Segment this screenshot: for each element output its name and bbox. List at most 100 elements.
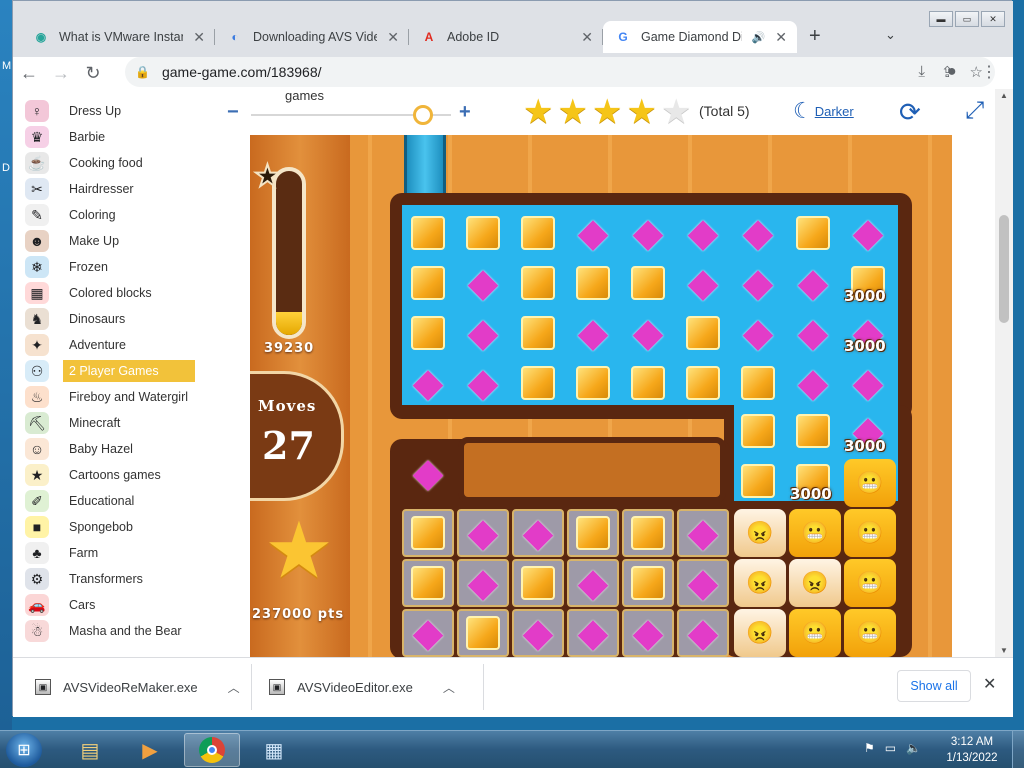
- rating-star-icon[interactable]: ★: [626, 95, 656, 129]
- sidebar-item[interactable]: ☺ Baby Hazel: [25, 437, 197, 461]
- sidebar-item[interactable]: ☻ Make Up: [25, 229, 197, 253]
- download-item[interactable]: ▣ AVSVideoReMaker.exe ︿: [13, 658, 240, 716]
- pink-diamond: ◆: [632, 611, 664, 655]
- action-center-flag-icon[interactable]: ⚑: [864, 741, 875, 755]
- menu-kebab-icon[interactable]: ⋮: [981, 62, 997, 82]
- forward-button[interactable]: →: [45, 63, 77, 84]
- pink-diamond: ◆: [467, 361, 499, 405]
- scroll-down-arrow-icon[interactable]: ▼: [1000, 646, 1008, 655]
- sidebar-item[interactable]: ♛ Barbie: [25, 125, 197, 149]
- tab-game-diamond-dig[interactable]: G Game Diamond Dig 🔊 ✕: [603, 21, 797, 53]
- rating-star-icon[interactable]: ★: [592, 95, 622, 129]
- sidebar-item[interactable]: ✂ Hairdresser: [25, 177, 197, 201]
- scroll-up-arrow-icon[interactable]: ▲: [1000, 91, 1008, 100]
- sidebar-item[interactable]: ♞ Dinosaurs: [25, 307, 197, 331]
- combo-score-popup: 3000: [844, 437, 886, 455]
- chevron-up-icon[interactable]: ︿: [228, 679, 240, 696]
- sidebar-item[interactable]: ☃ Masha and the Bear: [25, 619, 197, 643]
- combo-score-popup: 3000: [844, 287, 886, 305]
- zoom-in-button[interactable]: +: [459, 101, 471, 124]
- page-scrollbar[interactable]: ▲ ▼: [995, 89, 1013, 657]
- reload-button[interactable]: ↻: [77, 63, 109, 84]
- points-total: 237000 pts: [252, 607, 345, 622]
- rating-star-icon[interactable]: ★: [661, 95, 691, 129]
- new-tab-button[interactable]: +: [809, 25, 821, 48]
- tab-adobe[interactable]: A Adobe ID ✕: [409, 21, 603, 53]
- sidebar-item[interactable]: ★ Cartoons games: [25, 463, 197, 487]
- restart-game-icon[interactable]: ⟳: [899, 97, 921, 128]
- close-icon[interactable]: ✕: [775, 29, 787, 46]
- show-all-button[interactable]: Show all: [897, 670, 971, 702]
- profile-avatar-icon[interactable]: ●: [947, 63, 957, 81]
- system-clock[interactable]: 3:12 AM 1/13/2022: [936, 734, 1008, 766]
- game-canvas[interactable]: ★ 39230 Moves 27 ★ 237000 pts ◆ ◆ ◆ ◆ ◆ ◆ ◆ ◆ ◆ ◆…: [250, 135, 952, 657]
- divider: [483, 664, 484, 710]
- volume-icon[interactable]: 🔈: [906, 741, 921, 755]
- rating-star-icon[interactable]: ★: [557, 95, 587, 129]
- close-window-button[interactable]: ✕: [981, 11, 1005, 27]
- sidebar-item[interactable]: ✐ Educational: [25, 489, 197, 513]
- close-icon[interactable]: ✕: [387, 29, 399, 46]
- chrome-icon[interactable]: [184, 733, 240, 767]
- pink-diamond: ◆: [467, 561, 499, 605]
- sidebar-item[interactable]: ❄ Frozen: [25, 255, 197, 279]
- sidebar-item[interactable]: ✎ Coloring: [25, 203, 197, 227]
- pink-gem-icon: ◆: [461, 311, 505, 355]
- network-icon[interactable]: ▭: [885, 741, 896, 755]
- system-tray: ⚑ ▭ 🔈: [864, 741, 921, 755]
- monster-block-icon: 😬: [844, 459, 896, 507]
- pink-gem-icon: ◆: [681, 561, 725, 605]
- close-icon[interactable]: ✕: [193, 29, 205, 46]
- start-button[interactable]: ⊞: [6, 733, 42, 767]
- sidebar-item[interactable]: ♀ Dress Up: [25, 99, 197, 123]
- sidebar-item[interactable]: ✦ Adventure: [25, 333, 197, 357]
- google-icon: G: [618, 30, 628, 44]
- maximize-button[interactable]: ▭: [955, 11, 979, 27]
- tab-avs[interactable]: ◐ Downloading AVS Video ✕: [215, 21, 409, 53]
- back-button[interactable]: ←: [13, 63, 45, 84]
- sidebar-item[interactable]: ♨ Fireboy and Watergirl: [25, 385, 197, 409]
- sidebar-item[interactable]: 🚗 Cars: [25, 593, 197, 617]
- close-icon[interactable]: ✕: [983, 674, 996, 694]
- monster-block-icon: 😠: [734, 609, 786, 657]
- zoom-out-button[interactable]: −: [227, 101, 239, 124]
- zoom-slider-handle[interactable]: [413, 105, 433, 125]
- chevron-up-icon[interactable]: ︿: [443, 679, 455, 696]
- star-target-icon: ★: [253, 159, 282, 194]
- sidebar-item[interactable]: ▦ Colored blocks: [25, 281, 197, 305]
- install-app-icon[interactable]: ⤓: [918, 63, 925, 81]
- download-item[interactable]: ▣ AVSVideoEditor.exe ︿: [247, 658, 455, 716]
- audio-playing-icon[interactable]: 🔊: [752, 31, 766, 44]
- yellow-topaz: [411, 566, 445, 600]
- show-desktop-button[interactable]: [1012, 731, 1024, 768]
- desktop-background: M D: [0, 0, 12, 730]
- minimize-button[interactable]: ▬: [929, 11, 953, 27]
- sidebar-item[interactable]: ♣ Farm: [25, 541, 197, 565]
- lock-icon[interactable]: 🔒: [135, 65, 150, 79]
- network-app-icon[interactable]: ▦: [246, 733, 302, 767]
- media-player-icon[interactable]: ▶: [122, 733, 178, 767]
- rating-star-icon[interactable]: ★: [523, 95, 553, 129]
- sidebar-item[interactable]: ⚇ 2 Player Games: [25, 359, 197, 383]
- tab-strip: ▬ ▭ ✕ ◉ What is VMware Instant ✕ ◐ Downl…: [13, 1, 1013, 57]
- darker-toggle[interactable]: ☾ Darker: [793, 100, 854, 122]
- pink-diamond: ◆: [632, 311, 664, 355]
- tab-vmware[interactable]: ◉ What is VMware Instant ✕: [21, 21, 215, 53]
- fullscreen-icon[interactable]: ⤢: [965, 97, 984, 125]
- sidebar-item[interactable]: ■ Spongebob: [25, 515, 197, 539]
- yellow-topaz: [741, 366, 775, 400]
- close-icon[interactable]: ✕: [581, 29, 593, 46]
- scrollbar-thumb[interactable]: [999, 215, 1009, 323]
- pink-diamond: ◆: [467, 311, 499, 355]
- yellow-topaz: [631, 366, 665, 400]
- sidebar-item[interactable]: ⚙ Transformers: [25, 567, 197, 591]
- darker-label: Darker: [814, 103, 854, 119]
- address-bar[interactable]: 🔒 game-game.com/183968/ ⤓ ⇪ ☆: [125, 57, 995, 87]
- browser-window: ▬ ▭ ✕ ◉ What is VMware Instant ✕ ◐ Downl…: [12, 0, 1013, 717]
- sidebar-item[interactable]: ☕ Cooking food: [25, 151, 197, 175]
- sidebar-item[interactable]: ⛏ Minecraft: [25, 411, 197, 435]
- water-pipe: [404, 135, 446, 197]
- tab-search-chevron-icon[interactable]: ⌄: [885, 27, 896, 43]
- file-explorer-icon[interactable]: ▤: [62, 733, 118, 767]
- pink-diamond: ◆: [687, 261, 719, 305]
